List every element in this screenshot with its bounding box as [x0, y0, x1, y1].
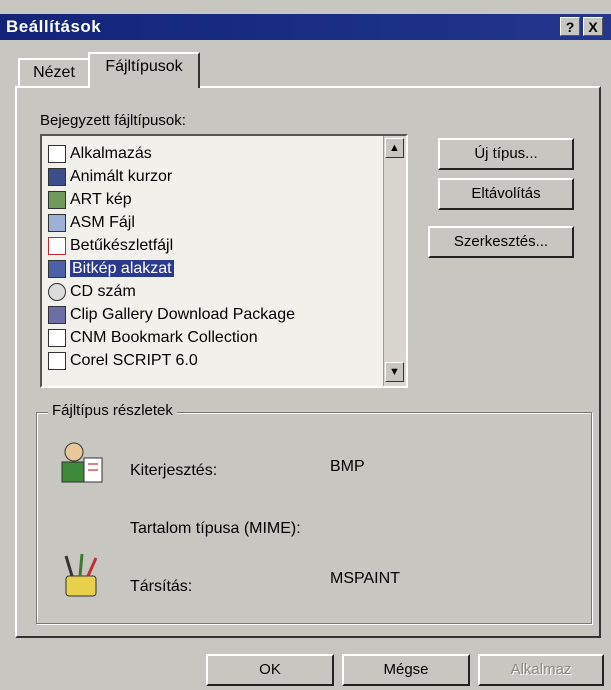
- association-value: MSPAINT: [330, 570, 400, 587]
- list-item[interactable]: CD szám: [48, 280, 378, 303]
- cd-track-icon: [48, 282, 66, 301]
- mime-label: Tartalom típusa (MIME):: [130, 520, 301, 537]
- edit-button[interactable]: Szerkesztés...: [428, 226, 574, 258]
- list-item[interactable]: Animált kurzor: [48, 165, 378, 188]
- ok-button[interactable]: OK: [206, 654, 334, 686]
- list-item[interactable]: Corel SCRIPT 6.0: [48, 349, 378, 372]
- list-item[interactable]: Clip Gallery Download Package: [48, 303, 378, 326]
- title-bar: Beállítások ? X: [0, 14, 611, 40]
- scroll-down-button[interactable]: ▼: [385, 362, 404, 382]
- art-image-icon: [48, 190, 66, 209]
- help-button[interactable]: ?: [560, 17, 580, 36]
- scroll-up-button[interactable]: ▲: [385, 138, 404, 158]
- list-item[interactable]: CNM Bookmark Collection: [48, 326, 378, 349]
- filetypes-listbox[interactable]: Alkalmazás Animált kurzor ART kép ASM Fá…: [40, 134, 408, 388]
- animated-cursor-icon: [48, 167, 66, 186]
- bookmark-collection-icon: [48, 328, 66, 347]
- list-item[interactable]: ART kép: [48, 188, 378, 211]
- filetypes-label: Bejegyzett fájltípusok:: [40, 112, 186, 129]
- new-type-button[interactable]: Új típus...: [438, 138, 574, 170]
- cancel-button[interactable]: Mégse: [342, 654, 470, 686]
- settings-dialog: Beállítások ? X Nézet Fájltípusok Bejegy…: [0, 0, 611, 690]
- application-icon: [48, 144, 66, 163]
- list-item[interactable]: Bitkép alakzat: [48, 257, 378, 280]
- details-group-label: Fájltípus részletek: [48, 402, 177, 419]
- close-button[interactable]: X: [583, 17, 603, 36]
- font-file-icon: [48, 236, 66, 255]
- remove-button[interactable]: Eltávolítás: [438, 178, 574, 210]
- tab-nezet[interactable]: Nézet: [18, 58, 90, 86]
- window-title: Beállítások: [6, 17, 102, 36]
- list-item[interactable]: ASM Fájl: [48, 211, 378, 234]
- tab-fajltipusok[interactable]: Fájltípusok: [88, 52, 200, 88]
- corel-script-icon: [48, 351, 66, 370]
- filetype-user-icon: [61, 442, 103, 483]
- bitmap-icon: [48, 259, 66, 278]
- apply-button[interactable]: Alkalmaz: [478, 654, 604, 686]
- details-groupbox: [36, 412, 592, 624]
- list-scrollbar[interactable]: ▲ ▼: [383, 136, 406, 386]
- paint-brushes-icon: [64, 553, 98, 597]
- clip-gallery-icon: [48, 305, 66, 324]
- association-label: Társítás:: [130, 578, 193, 595]
- asm-file-icon: [48, 213, 66, 232]
- list-item[interactable]: Alkalmazás: [48, 142, 378, 165]
- extension-value: BMP: [330, 458, 365, 475]
- extension-label: Kiterjesztés:: [130, 462, 218, 479]
- list-item[interactable]: Betűkészletfájl: [48, 234, 378, 257]
